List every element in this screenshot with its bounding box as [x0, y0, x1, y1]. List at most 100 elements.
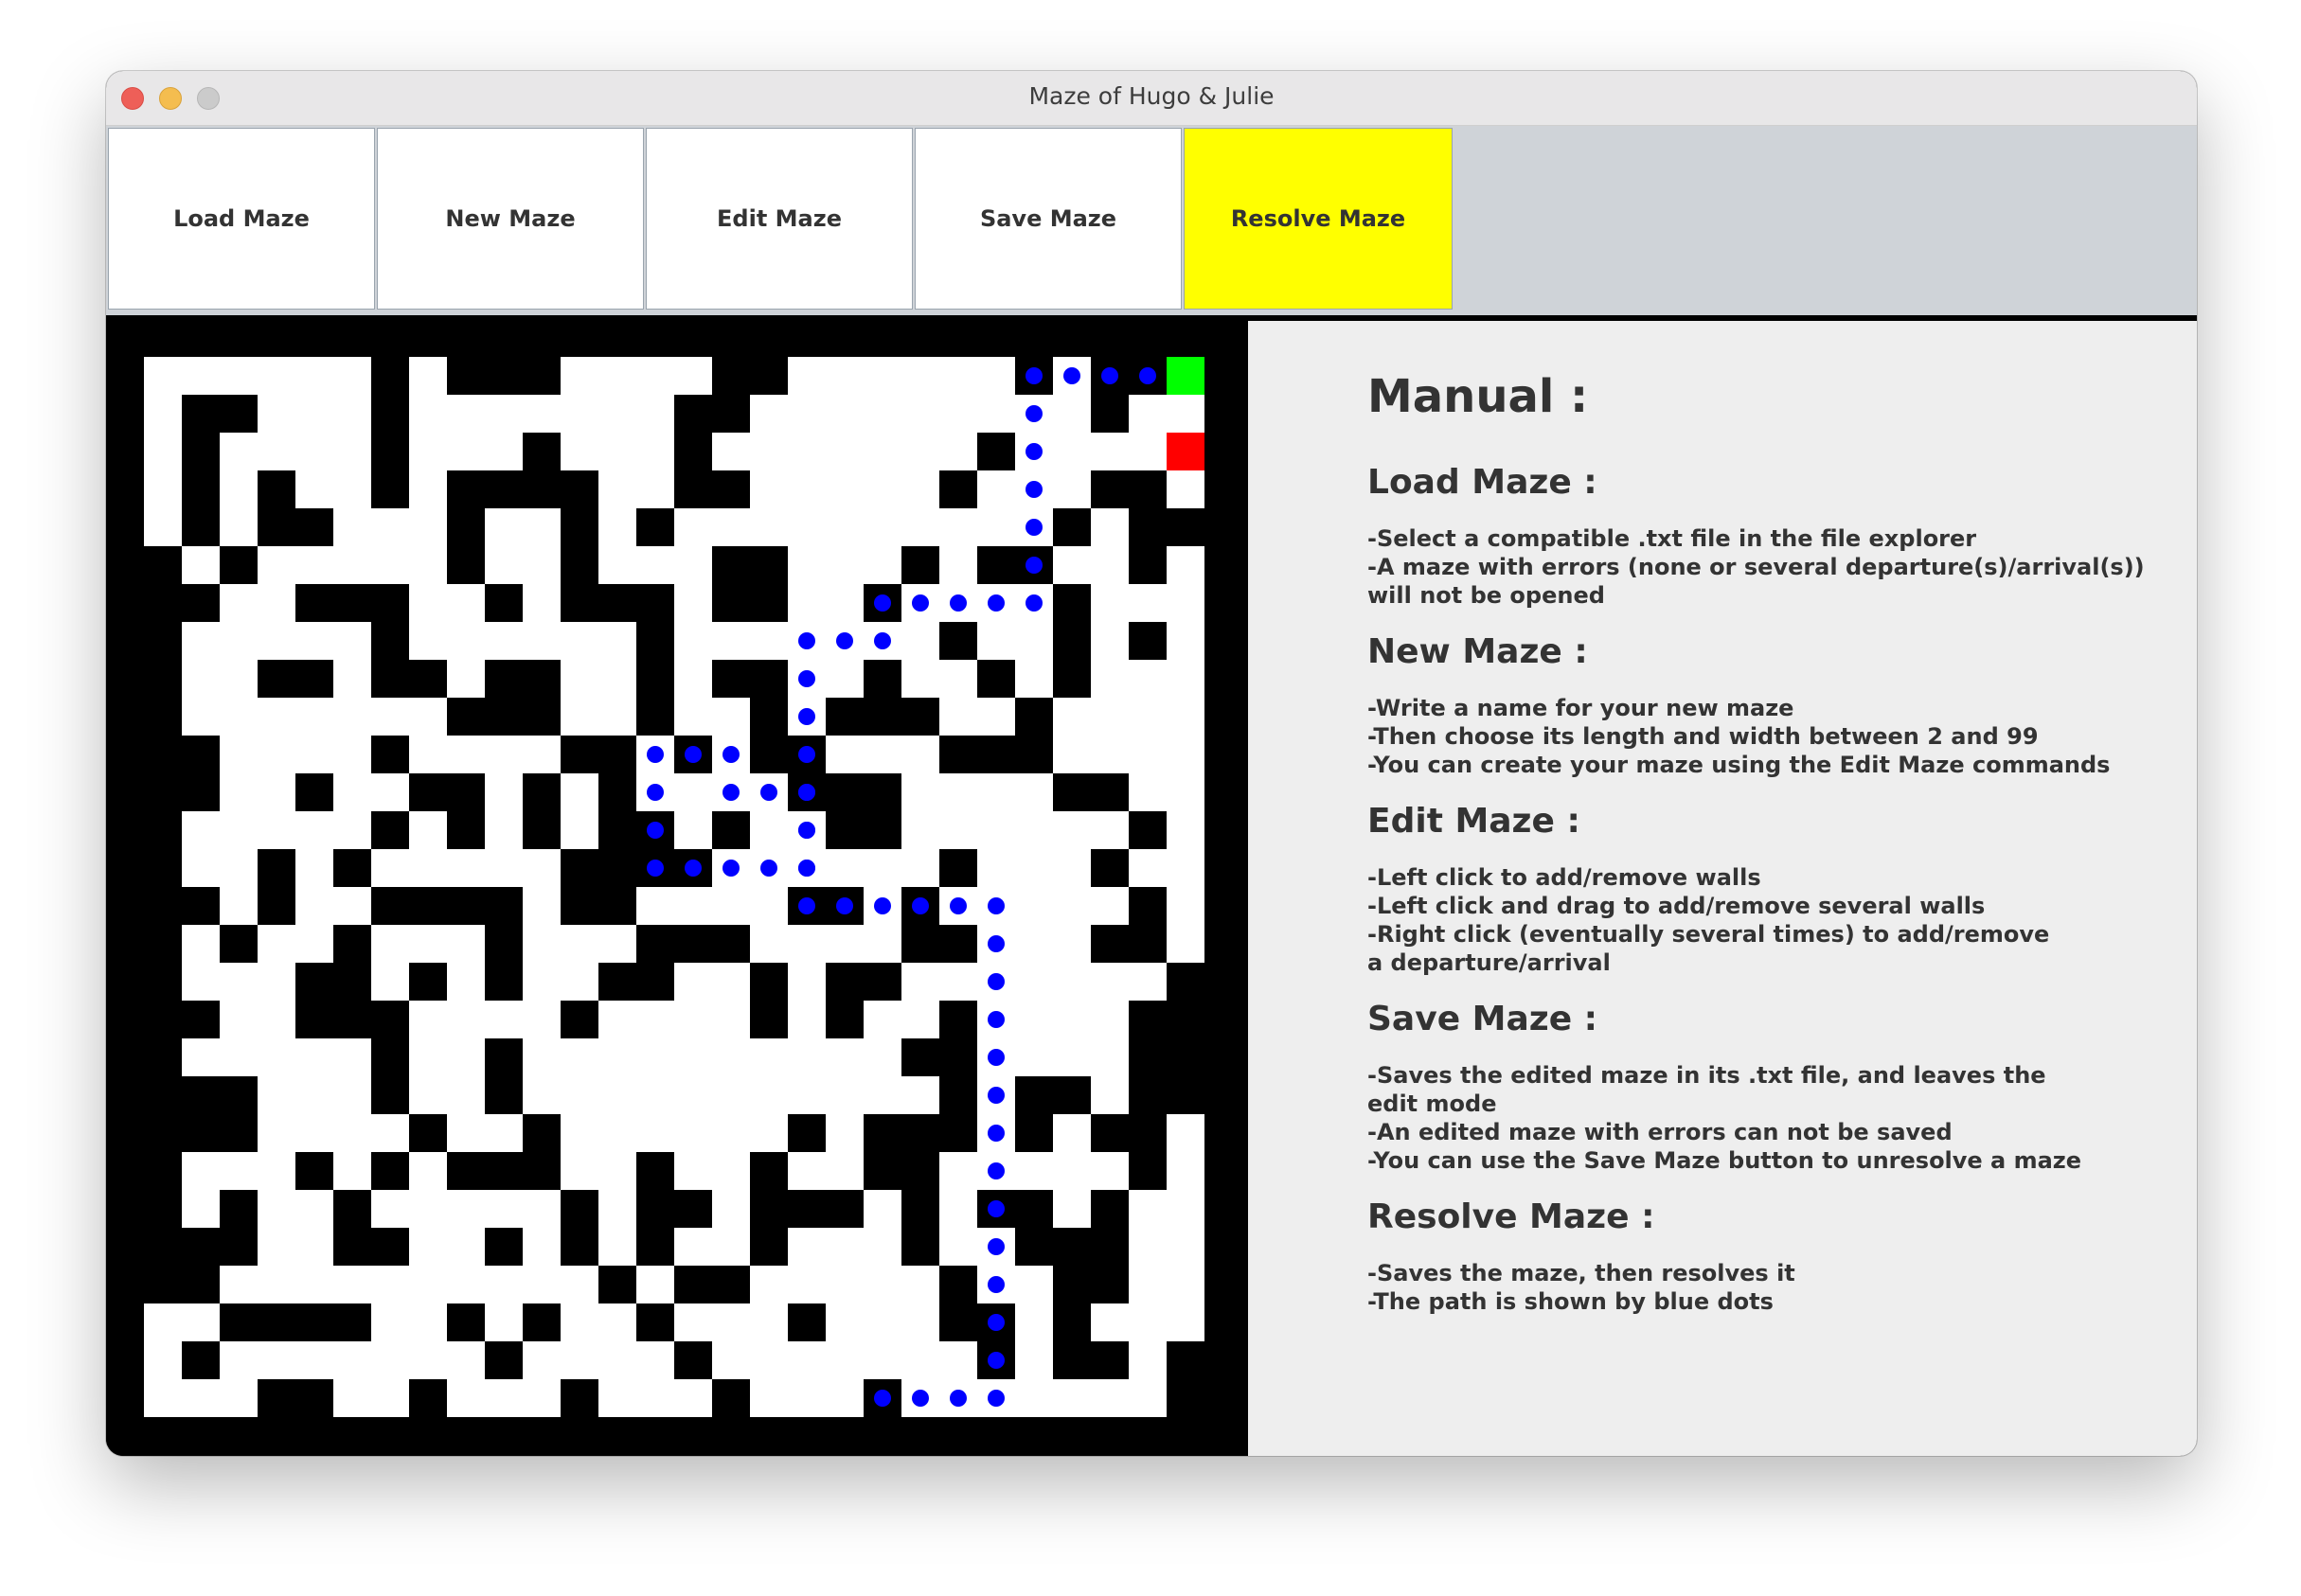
maze-wall-cell[interactable]: [144, 1190, 182, 1228]
maze-wall-cell[interactable]: [1129, 1001, 1167, 1038]
maze-wall-cell[interactable]: [1091, 1190, 1129, 1228]
maze-wall-cell[interactable]: [182, 1114, 220, 1152]
maze-wall-cell[interactable]: [144, 1228, 182, 1266]
maze-wall-cell[interactable]: [561, 1190, 598, 1228]
maze-wall-cell[interactable]: [712, 660, 750, 698]
maze-wall-cell[interactable]: [371, 584, 409, 622]
maze-wall-cell[interactable]: [144, 546, 182, 584]
maze-wall-cell[interactable]: [1167, 1001, 1204, 1038]
maze-wall-cell[interactable]: [939, 1303, 977, 1341]
maze-wall-cell[interactable]: [447, 1152, 485, 1190]
maze-wall-cell[interactable]: [371, 887, 409, 925]
maze-wall-cell[interactable]: [1053, 660, 1091, 698]
maze-wall-cell[interactable]: [712, 546, 750, 584]
departure-cell[interactable]: [1167, 357, 1204, 395]
maze-wall-cell[interactable]: [523, 357, 561, 395]
maze-wall-cell[interactable]: [750, 1190, 788, 1228]
maze-wall-cell[interactable]: [485, 470, 523, 508]
maze-wall-cell[interactable]: [1129, 470, 1167, 508]
maze-wall-cell[interactable]: [258, 887, 295, 925]
maze-wall-cell[interactable]: [485, 887, 523, 925]
maze-wall-cell[interactable]: [1167, 508, 1204, 546]
maze-wall-cell[interactable]: [561, 584, 598, 622]
maze-wall-cell[interactable]: [977, 660, 1015, 698]
maze-wall-cell[interactable]: [1129, 508, 1167, 546]
maze-wall-cell[interactable]: [220, 1076, 258, 1114]
maze-wall-cell[interactable]: [750, 736, 788, 773]
maze-wall-cell[interactable]: [1129, 887, 1167, 925]
maze-wall-cell[interactable]: [1167, 1076, 1204, 1114]
maze-wall-cell[interactable]: [1015, 1228, 1053, 1266]
maze-wall-cell[interactable]: [485, 1341, 523, 1379]
maze-wall-cell[interactable]: [371, 357, 409, 395]
maze-wall-cell[interactable]: [447, 470, 485, 508]
maze-wall-cell[interactable]: [674, 433, 712, 470]
maze-wall-cell[interactable]: [523, 773, 561, 811]
maze-wall-cell[interactable]: [1091, 470, 1129, 508]
maze-wall-cell[interactable]: [1091, 1228, 1129, 1266]
maze-wall-cell[interactable]: [1167, 1379, 1204, 1417]
maze-wall-cell[interactable]: [144, 849, 182, 887]
load-maze-button[interactable]: Load Maze: [108, 128, 375, 310]
maze-wall-cell[interactable]: [1053, 1266, 1091, 1303]
maze-wall-cell[interactable]: [1015, 1114, 1053, 1152]
maze-wall-cell[interactable]: [939, 470, 977, 508]
maze-wall-cell[interactable]: [864, 698, 901, 736]
maze-wall-cell[interactable]: [144, 887, 182, 925]
maze-wall-cell[interactable]: [333, 963, 371, 1001]
maze-wall-cell[interactable]: [750, 698, 788, 736]
maze-wall-cell[interactable]: [826, 1190, 864, 1228]
maze-wall-cell[interactable]: [598, 773, 636, 811]
maze-wall-cell[interactable]: [295, 773, 333, 811]
maze-wall-cell[interactable]: [750, 1001, 788, 1038]
maze-wall-cell[interactable]: [1129, 811, 1167, 849]
maze-wall-cell[interactable]: [636, 925, 674, 963]
maze-wall-cell[interactable]: [826, 811, 864, 849]
maze-wall-cell[interactable]: [598, 584, 636, 622]
maze-wall-cell[interactable]: [636, 508, 674, 546]
maze-wall-cell[interactable]: [523, 433, 561, 470]
maze-wall-cell[interactable]: [182, 1228, 220, 1266]
maze-wall-cell[interactable]: [1053, 622, 1091, 660]
maze-wall-cell[interactable]: [750, 1228, 788, 1266]
maze-wall-cell[interactable]: [636, 1228, 674, 1266]
save-maze-button[interactable]: Save Maze: [915, 128, 1182, 310]
maze-wall-cell[interactable]: [371, 622, 409, 660]
maze-wall-cell[interactable]: [1053, 584, 1091, 622]
maze-wall-cell[interactable]: [371, 433, 409, 470]
maze-wall-cell[interactable]: [371, 470, 409, 508]
maze-wall-cell[interactable]: [1053, 1303, 1091, 1341]
maze-wall-cell[interactable]: [182, 773, 220, 811]
maze-wall-cell[interactable]: [295, 1379, 333, 1417]
maze-wall-cell[interactable]: [712, 357, 750, 395]
maze-wall-cell[interactable]: [333, 849, 371, 887]
maze-wall-cell[interactable]: [523, 698, 561, 736]
maze-wall-cell[interactable]: [561, 470, 598, 508]
maze-wall-cell[interactable]: [939, 1266, 977, 1303]
maze-wall-cell[interactable]: [144, 584, 182, 622]
maze-wall-cell[interactable]: [561, 1001, 598, 1038]
maze-wall-cell[interactable]: [485, 1038, 523, 1076]
maze-wall-cell[interactable]: [182, 508, 220, 546]
maze-wall-cell[interactable]: [939, 1076, 977, 1114]
maze-wall-cell[interactable]: [561, 1379, 598, 1417]
maze-wall-cell[interactable]: [447, 546, 485, 584]
maze-wall-cell[interactable]: [939, 1114, 977, 1152]
maze-wall-cell[interactable]: [1053, 1076, 1091, 1114]
maze-wall-cell[interactable]: [333, 1190, 371, 1228]
maze-wall-cell[interactable]: [901, 1114, 939, 1152]
maze-wall-cell[interactable]: [826, 773, 864, 811]
maze-wall-cell[interactable]: [371, 811, 409, 849]
maze-wall-cell[interactable]: [901, 1152, 939, 1190]
maze-wall-cell[interactable]: [523, 470, 561, 508]
maze-wall-cell[interactable]: [1015, 736, 1053, 773]
maze-wall-cell[interactable]: [712, 470, 750, 508]
maze-wall-cell[interactable]: [485, 1152, 523, 1190]
maze-wall-cell[interactable]: [939, 622, 977, 660]
maze-wall-cell[interactable]: [371, 1228, 409, 1266]
maze-wall-cell[interactable]: [901, 1038, 939, 1076]
maze-wall-cell[interactable]: [220, 1114, 258, 1152]
maze-wall-cell[interactable]: [409, 1114, 447, 1152]
maze-wall-cell[interactable]: [712, 1379, 750, 1417]
maze-wall-cell[interactable]: [182, 1266, 220, 1303]
